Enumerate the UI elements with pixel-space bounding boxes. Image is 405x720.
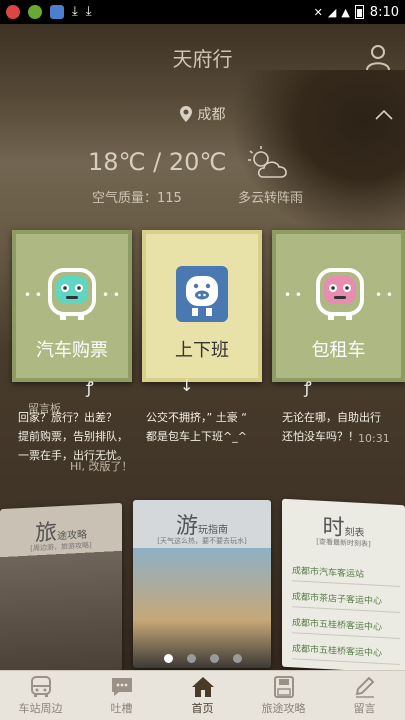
notification-app-icon xyxy=(6,5,20,19)
user-icon[interactable] xyxy=(363,42,393,72)
bottom-navigation: 车站周边 吐槽 首页 旅途攻略 留言 xyxy=(0,670,405,720)
city-name: 成都 xyxy=(197,107,226,123)
nav-item-travel-guide[interactable]: 旅途攻略 xyxy=(243,671,324,720)
mute-icon: ✕ xyxy=(313,5,323,19)
guide-card-travel[interactable]: 旅途攻略 [周边游，旅游攻略] xyxy=(0,502,122,678)
dotted-decoration: • • xyxy=(24,288,42,302)
pencil-icon xyxy=(355,676,374,698)
location-selector[interactable]: 成都 xyxy=(0,104,405,124)
app-header: 天府行 xyxy=(0,24,405,90)
dotted-decoration: • • xyxy=(284,288,302,302)
card-label: 上下班 xyxy=(175,340,229,361)
station-item[interactable]: 成都市汽车客运站 xyxy=(292,559,400,587)
card-bus-tickets[interactable]: • • • • 汽车购票 xyxy=(12,230,132,382)
signal-icon: ▲ xyxy=(341,5,350,19)
air-quality: 空气质量：115 xyxy=(92,191,182,206)
dotted-decoration: • • xyxy=(102,288,120,302)
battery-icon xyxy=(354,5,364,19)
nav-item-complaints[interactable]: 吐槽 xyxy=(81,671,162,720)
pager-dot[interactable] xyxy=(209,654,219,663)
status-time: 8:10 xyxy=(369,4,399,20)
status-bar: ⤓ ⤓ ✕ ◢ ▲ 8:10 xyxy=(0,0,405,24)
swirl-arrow-icon: ꝭ xyxy=(86,378,94,397)
pink-bus-icon xyxy=(316,268,364,320)
swirl-arrow-icon: ꝭ xyxy=(304,378,312,397)
bus-front-icon xyxy=(30,675,51,697)
pager-dots xyxy=(0,654,405,663)
notification-app-icon xyxy=(50,5,64,19)
location-pin-icon xyxy=(179,106,192,122)
download-icon: ⤓ xyxy=(72,4,78,19)
weather-description: 多云转阵雨 xyxy=(238,191,304,206)
save-disk-icon xyxy=(273,675,294,698)
chevron-up-icon[interactable] xyxy=(375,108,393,120)
notification-app-icon xyxy=(28,5,42,19)
card-label: 汽车购票 xyxy=(36,340,108,361)
guide-subtitle: [天气这么热，要不要去玩水] xyxy=(157,537,247,545)
guide-card-play[interactable]: 游玩指南 [天气这么热，要不要去玩水] xyxy=(133,500,271,668)
guide-card-timetable[interactable]: 时刻表 [查看最新时刻表] 成都市汽车客运站 成都市茶店子客运中心 成都市五桂桥… xyxy=(282,498,405,674)
bus-icon xyxy=(48,268,96,320)
card-charter[interactable]: • • • • 包租车 xyxy=(272,230,405,382)
dotted-decoration: • • xyxy=(375,288,393,302)
home-icon xyxy=(191,676,214,697)
pager-dot[interactable] xyxy=(232,654,242,663)
description-commute: 公交不拥挤，” 土豪 “ 都是包车上下班^_^ xyxy=(146,411,247,443)
temperature: 18℃ / 20℃ xyxy=(88,148,227,176)
nav-item-message[interactable]: 留言 xyxy=(324,671,405,720)
cloudy-sun-icon xyxy=(248,146,287,178)
nav-item-home[interactable]: 首页 xyxy=(162,671,243,720)
card-label: 包租车 xyxy=(311,340,366,361)
pager-dot[interactable] xyxy=(186,654,196,663)
description-charter: 无论在哪，自助出行 还怕没车吗？！ xyxy=(282,411,381,443)
pig-bus-icon xyxy=(176,266,228,322)
wifi-icon: ◢ xyxy=(327,5,337,19)
station-item[interactable]: 成都市五桂桥客运中心 xyxy=(292,611,400,639)
station-item[interactable]: 成都市茶店子客运中心 xyxy=(292,585,400,613)
pager-dot-active[interactable] xyxy=(163,654,173,663)
chat-bubble-icon xyxy=(111,677,132,696)
description-bus-tickets: 回家？旅行？出差？ 提前购票，告别排队， 一票在手，出行无忧。 xyxy=(18,411,128,462)
nav-item-station-nearby[interactable]: 车站周边 xyxy=(0,671,81,720)
card-commute[interactable]: 上下班 xyxy=(142,230,262,382)
down-arrow-icon: ↓ xyxy=(180,376,194,395)
app-title: 天府行 xyxy=(172,46,233,71)
download-icon: ⤓ xyxy=(85,4,92,19)
